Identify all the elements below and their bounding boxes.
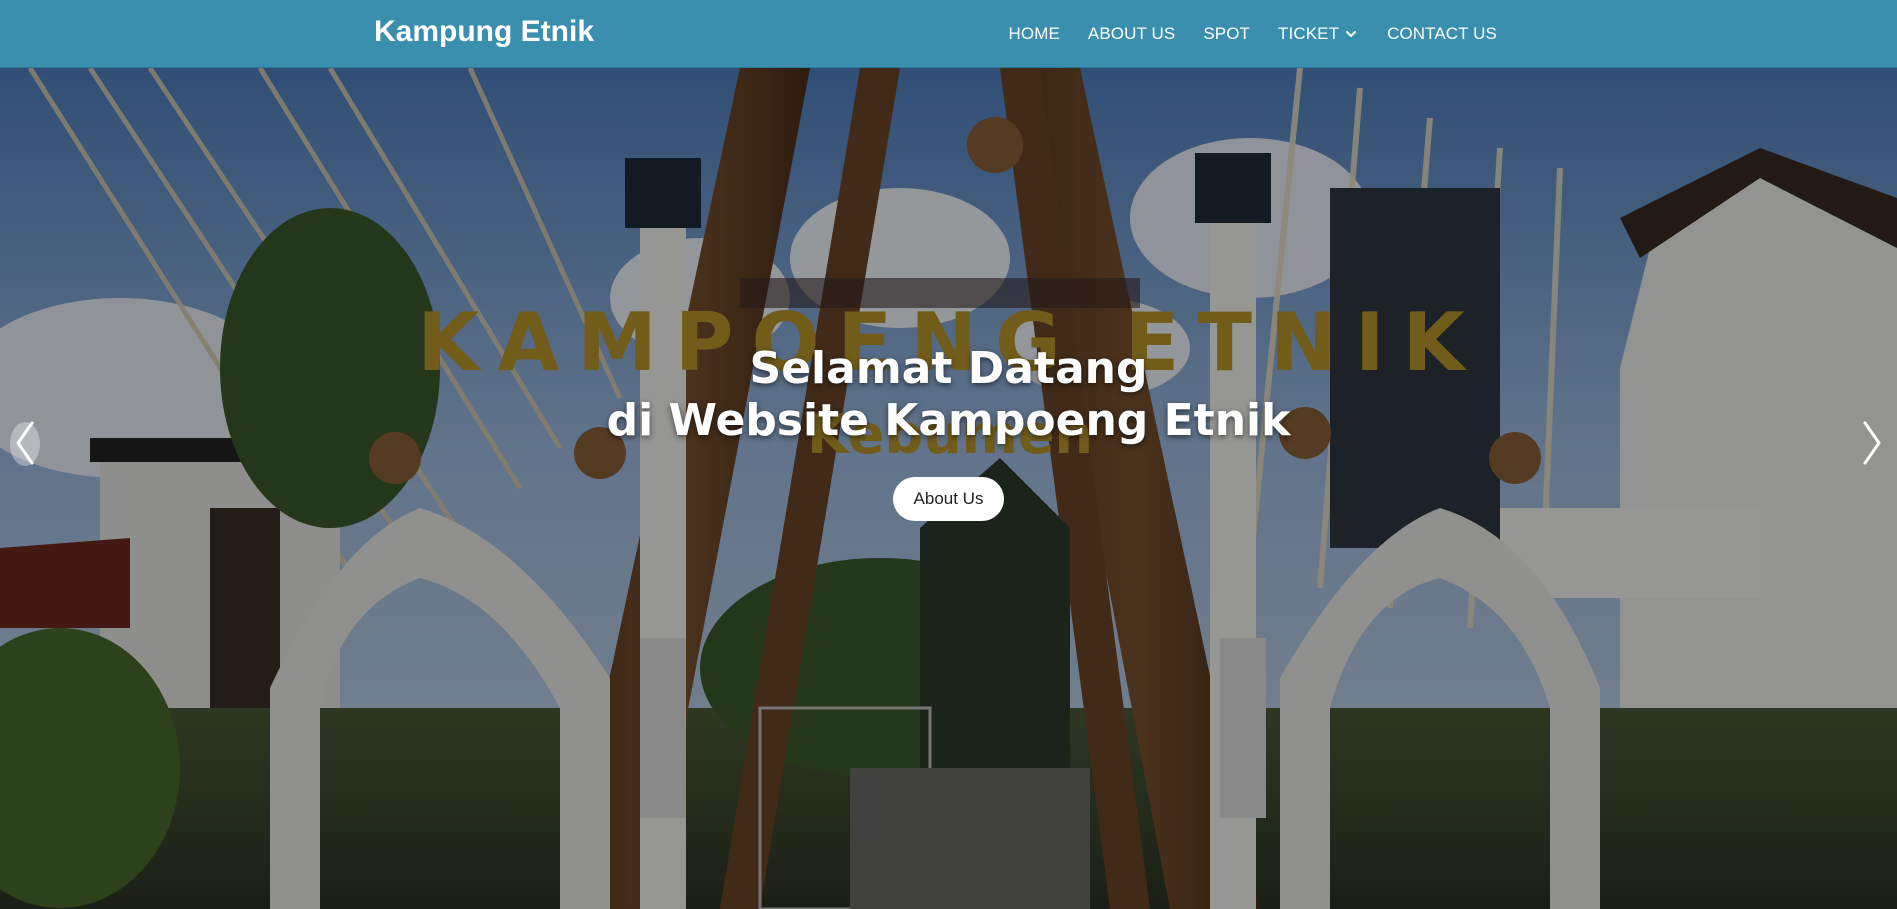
chevron-right-icon (1863, 421, 1881, 465)
nav-contact-us-label: CONTACT US (1387, 24, 1497, 43)
nav-ticket-label: TICKET (1278, 24, 1340, 43)
chevron-left-icon (16, 421, 34, 465)
carousel-prev-button[interactable] (0, 408, 50, 478)
nav-home-label: HOME (1008, 24, 1060, 43)
nav-spot-label: SPOT (1203, 24, 1251, 43)
hero-title-line1: Selamat Datang (749, 343, 1148, 394)
hero-carousel: KAMPOENG ETNIK Kebumen Selamat Datang di… (0, 68, 1897, 909)
nav-menu: HOME ABOUT US SPOT TICKET CONTACT US (995, 0, 1511, 68)
chevron-down-icon (1346, 31, 1357, 37)
nav-home[interactable]: HOME (995, 24, 1074, 44)
brand-logo[interactable]: Kampung Etnik (374, 15, 594, 49)
about-us-button[interactable]: About Us (892, 477, 1005, 521)
nav-about-us[interactable]: ABOUT US (1074, 24, 1189, 44)
nav-spot[interactable]: SPOT (1189, 24, 1264, 44)
navbar: Kampung Etnik HOME ABOUT US SPOT TICKET … (0, 0, 1897, 68)
nav-ticket-dropdown[interactable]: TICKET (1264, 24, 1373, 44)
nav-contact-us[interactable]: CONTACT US (1373, 24, 1511, 44)
carousel-next-button[interactable] (1847, 408, 1897, 478)
hero-title-line2: di Website Kampoeng Etnik (606, 395, 1291, 446)
nav-about-us-label: ABOUT US (1087, 24, 1176, 43)
hero-caption: Selamat Datang di Website Kampoeng Etnik… (0, 343, 1897, 521)
